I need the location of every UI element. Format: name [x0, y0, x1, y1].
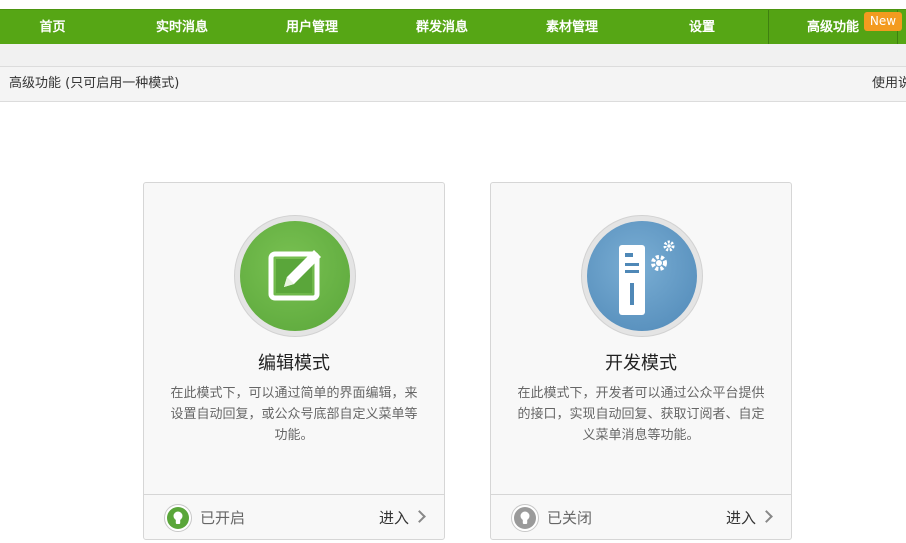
developer-mode-status: 已关闭: [547, 509, 593, 527]
edit-mode-enter-label: 进入: [378, 509, 409, 527]
developer-mode-title: 开发模式: [605, 353, 677, 374]
edit-mode-description: 在此模式下，可以通过简单的界面编辑，来设置自动回复，或公众号底部自定义菜单等功能…: [170, 386, 418, 443]
edit-mode-card: 编辑模式 在此模式下，可以通过简单的界面编辑，来设置自动回复，或公众号底部自定义…: [143, 182, 445, 540]
edit-mode-title: 编辑模式: [258, 353, 330, 374]
chevron-right-icon: [760, 510, 773, 523]
developer-mode-enter-link[interactable]: 进入: [725, 495, 773, 541]
nav-item-materials[interactable]: 素材管理: [508, 10, 636, 45]
bulb-off-icon: [511, 504, 539, 532]
chevron-right-icon: [413, 510, 426, 523]
developer-mode-card: 开发模式 在此模式下，开发者可以通过公众平台提供的接口，实现自动回复、获取订阅者…: [490, 182, 792, 540]
developer-mode-footer: 已关闭 进入: [491, 494, 791, 540]
spacer-band: [0, 44, 906, 66]
developer-mode-enter-label: 进入: [725, 509, 756, 527]
main-nav: 首页 实时消息 用户管理 群发消息 素材管理 设置 高级功能 New: [0, 9, 906, 45]
developer-mode-icon-ring: [581, 215, 703, 337]
edit-mode-enter-link[interactable]: 进入: [378, 495, 426, 541]
new-badge: New: [864, 12, 902, 31]
nav-item-settings[interactable]: 设置: [638, 10, 766, 45]
sub-header: 高级功能 (只可启用一种模式) 使用说: [0, 66, 906, 102]
edit-mode-status: 已开启: [200, 509, 246, 527]
edit-mode-footer: 已开启 进入: [144, 494, 444, 540]
page-title: 高级功能 (只可启用一种模式): [9, 76, 180, 91]
developer-mode-description: 在此模式下，开发者可以通过公众平台提供的接口，实现自动回复、获取订阅者、自定义菜…: [517, 386, 765, 443]
bulb-on-icon: [164, 504, 192, 532]
top-strip: [0, 0, 906, 9]
edit-icon: [240, 221, 350, 331]
server-gear-icon: [587, 221, 697, 331]
usage-guide-link[interactable]: 使用说: [872, 67, 906, 101]
nav-item-realtime-messages[interactable]: 实时消息: [118, 10, 246, 45]
nav-item-broadcast[interactable]: 群发消息: [378, 10, 506, 45]
edit-mode-icon-ring: [234, 215, 356, 337]
nav-item-home[interactable]: 首页: [0, 10, 105, 45]
nav-item-user-management[interactable]: 用户管理: [248, 10, 376, 45]
